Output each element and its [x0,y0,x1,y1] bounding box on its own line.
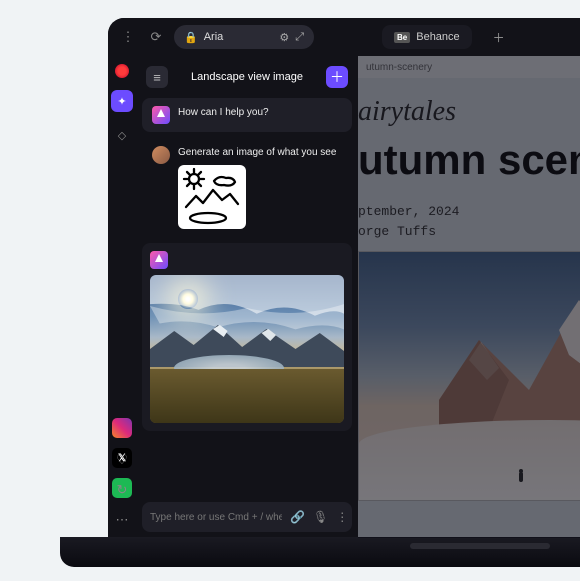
sidebar-secondary-button[interactable]: ◇ [111,124,133,146]
page-date: ptember, 2024 [358,202,580,222]
aria-panel: ≡ Landscape view image ＋ How can I help … [136,56,358,538]
aria-greeting-message: How can I help you? [142,98,352,132]
new-tab-button[interactable]: ＋ [490,28,508,46]
aria-new-chat-button[interactable]: ＋ [326,66,348,88]
undock-icon[interactable]: ⤢ [295,31,304,44]
more-icon[interactable]: ⋮ [118,27,138,47]
settings-icon[interactable]: ⚙ [279,31,289,44]
aria-greeting-text: How can I help you? [178,106,269,119]
hero-image [358,251,580,501]
page-author: orge Tuffs [358,222,580,242]
page-title: utumn scenery [358,136,580,184]
heart-icon[interactable]: ♡ [116,452,128,468]
tab-behance[interactable]: Be Behance [382,25,472,49]
user-avatar-icon [152,146,170,164]
lock-icon: 🔒 [184,31,198,44]
behance-badge-icon: Be [394,32,410,43]
laptop-base [60,537,580,567]
aria-menu-button[interactable]: ≡ [146,66,168,88]
tab-label: Behance [416,31,459,43]
aria-conversation-title: Landscape view image [176,71,318,83]
aria-sidebar-button[interactable]: ✦ [111,90,133,112]
opera-logo-icon[interactable] [115,64,129,78]
voice-icon[interactable]: 🎙 [313,510,328,524]
page-subtitle: airytales [358,96,580,128]
trackpad-notch [410,543,550,549]
sparkle-icon: ✦ [117,95,126,108]
menu-icon[interactable]: ⋯ [116,512,129,528]
reload-icon[interactable]: ⟳ [146,27,166,47]
aria-generated-card [142,243,352,431]
aria-input[interactable] [150,512,282,523]
person-icon [519,472,523,482]
user-message: Generate an image of what you see [142,138,352,237]
url-strip: utumn-scenery [358,56,580,78]
page-meta: ptember, 2024 orge Tuffs [358,202,580,241]
generated-image[interactable] [150,275,344,423]
browser-window: ⋮ ⟳ 🔒 Aria ⚙ ⤢ Be Behance ＋ ✦ ◇ 𝕏 ♡ ↻ ⋯ [108,18,580,538]
aria-input-row: 🔗 🎙 ⋮ [142,502,352,532]
browser-topbar: ⋮ ⟳ 🔒 Aria ⚙ ⤢ Be Behance ＋ [108,18,580,56]
instagram-app-icon[interactable] [112,418,132,438]
kebab-icon[interactable]: ⋮ [336,510,348,524]
user-prompt-text: Generate an image of what you see [178,146,336,159]
link-icon[interactable]: 🔗 [290,510,305,524]
address-label: Aria [204,31,224,43]
aria-avatar-icon [150,251,168,269]
diamond-icon: ◇ [118,129,126,142]
webpage-content: utumn-scenery airytales utumn scenery pt… [358,56,580,538]
url-fragment: utumn-scenery [366,62,432,73]
sidebar-bottom: ♡ ↻ ⋯ [108,452,136,528]
user-sketch-image [178,165,246,229]
history-icon[interactable]: ↻ [117,482,128,498]
sidebar-rail: ✦ ◇ 𝕏 ♡ ↻ ⋯ [108,56,136,538]
aria-avatar-icon [152,106,170,124]
aria-header: ≡ Landscape view image ＋ [142,62,352,92]
address-bar[interactable]: 🔒 Aria ⚙ ⤢ [174,25,314,49]
